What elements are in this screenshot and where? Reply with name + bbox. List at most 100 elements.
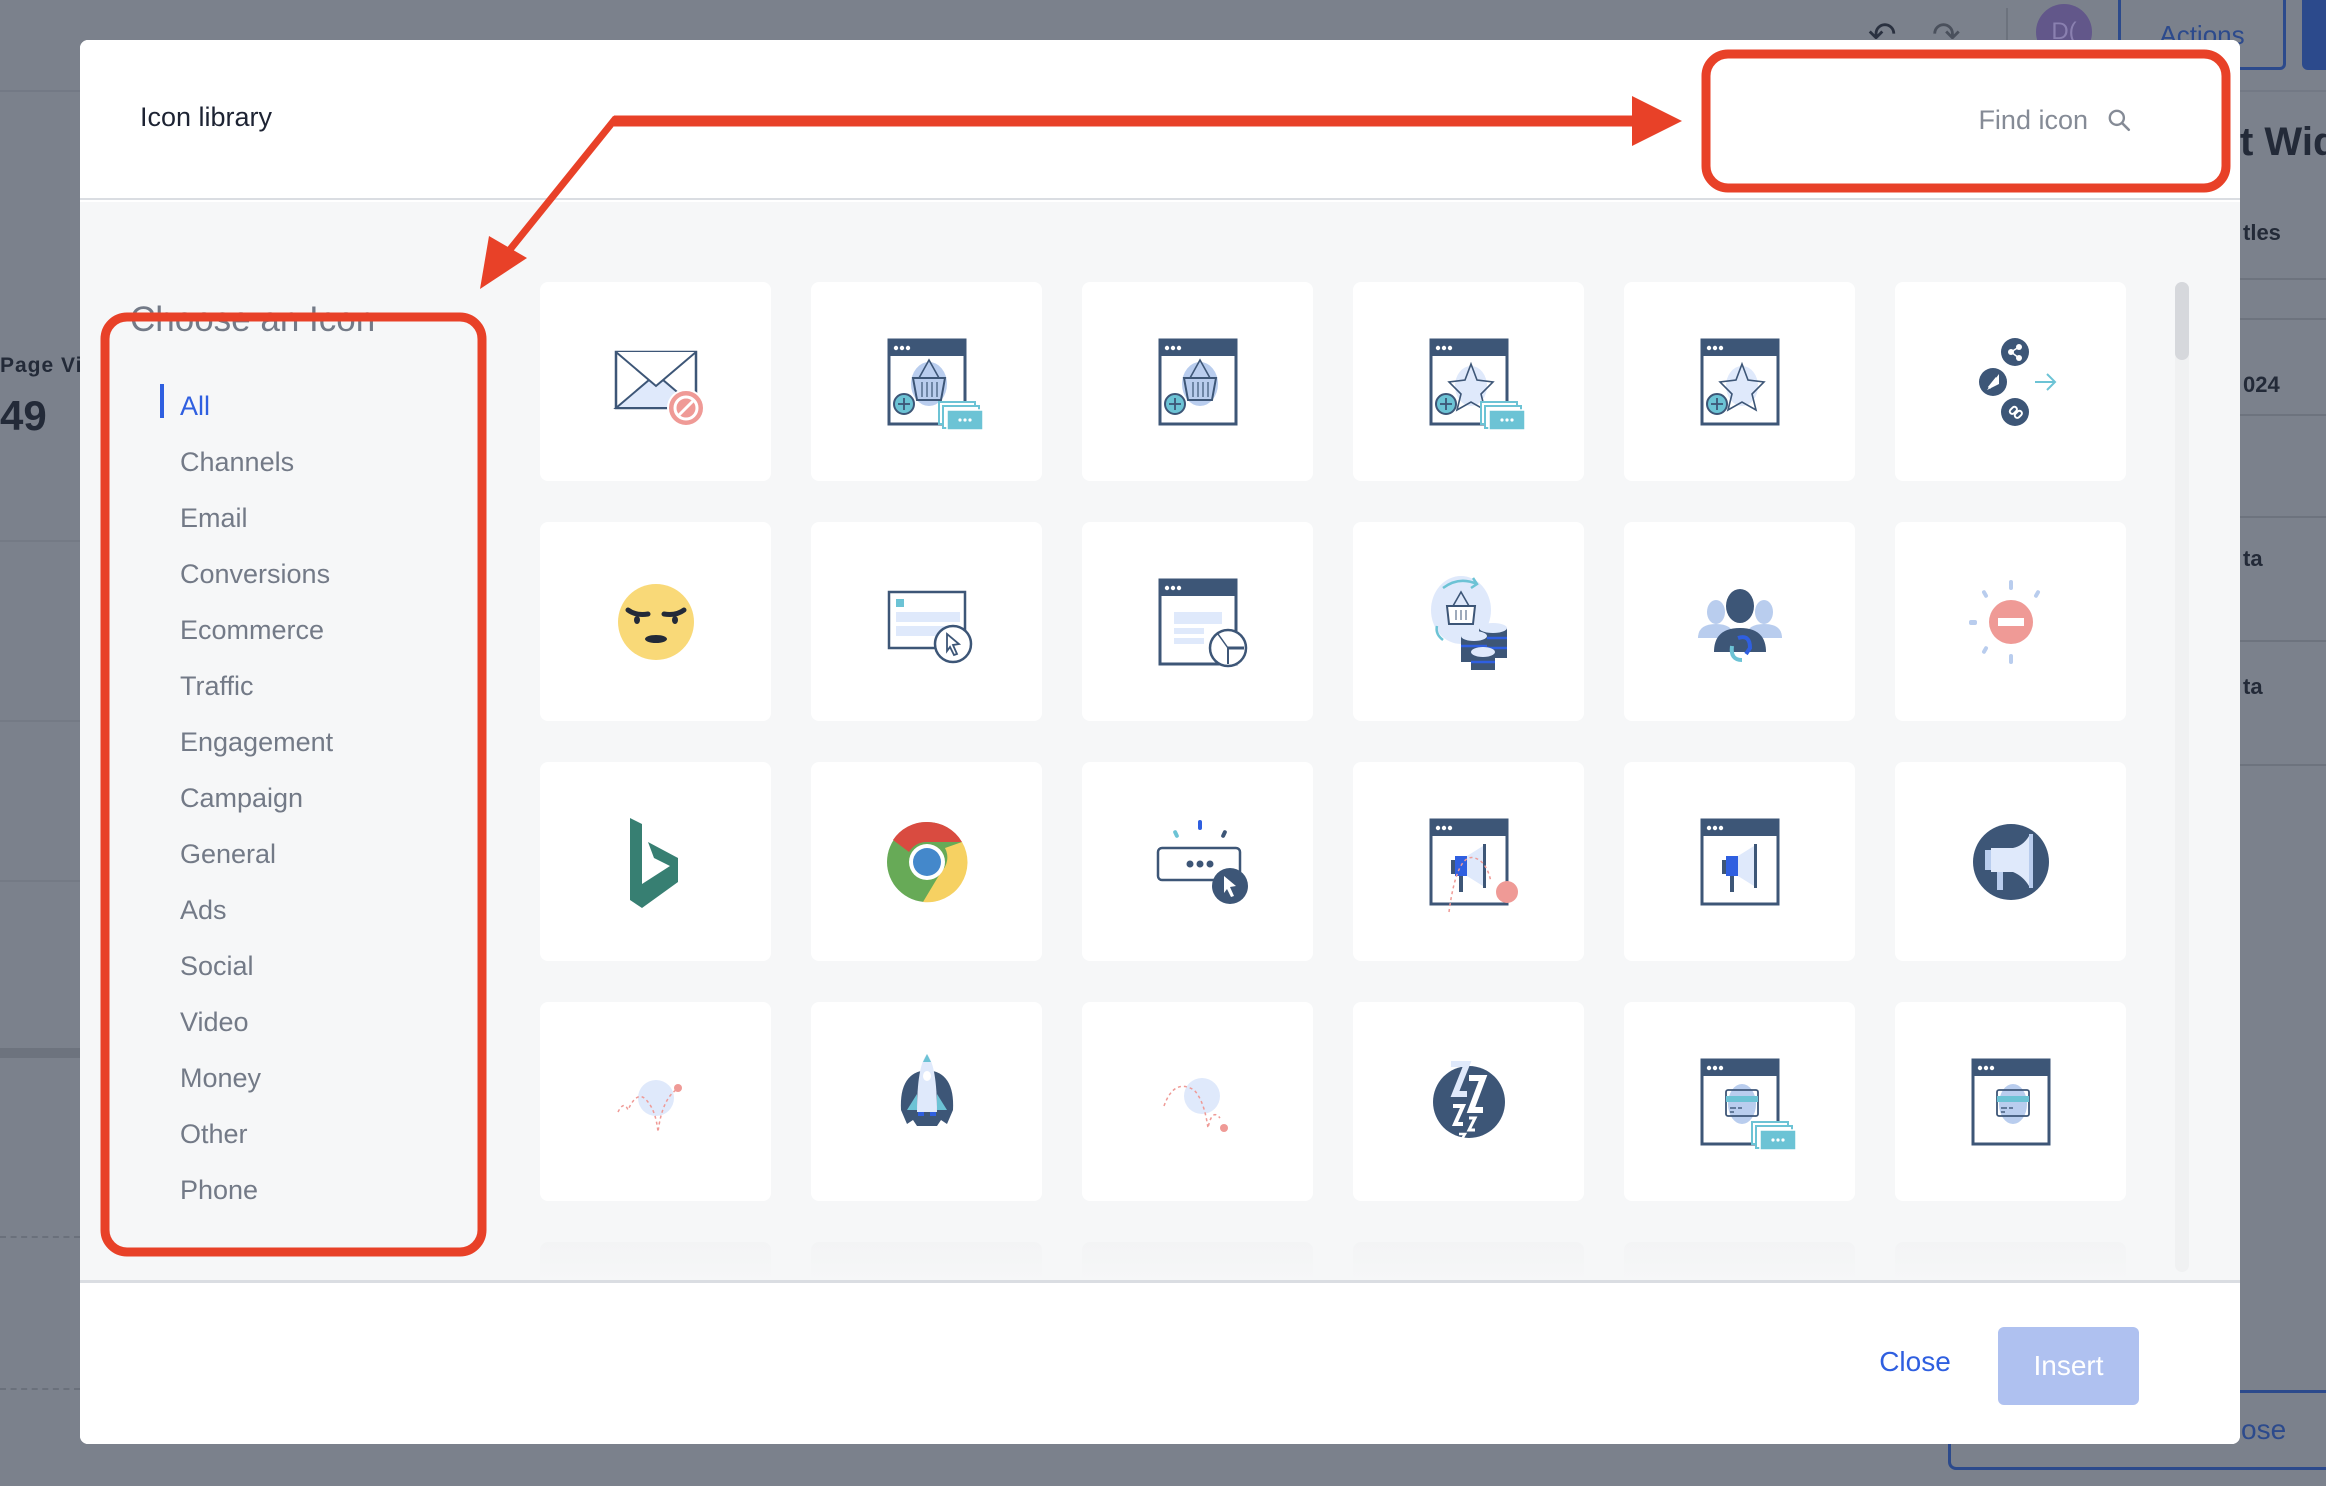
category-label: Campaign xyxy=(180,783,304,813)
user-group-refresh-icon xyxy=(1697,588,1782,662)
bounce-down-icon xyxy=(1162,1077,1228,1132)
basket-coins-cycle-icon xyxy=(1430,575,1507,670)
icon-card[interactable] xyxy=(1082,762,1313,961)
browser-star-add-icon xyxy=(1700,338,1779,425)
category-social[interactable]: Social xyxy=(180,938,333,994)
category-channels[interactable]: Channels xyxy=(180,434,333,490)
browser-card-icon xyxy=(1971,1058,2050,1145)
category-label: Channels xyxy=(180,447,295,477)
divider xyxy=(0,1048,80,1058)
category-money[interactable]: Money xyxy=(180,1050,333,1106)
category-label: Social xyxy=(180,951,254,981)
icon-card[interactable] xyxy=(1082,282,1313,481)
icon-card[interactable] xyxy=(1895,1002,2126,1201)
category-general[interactable]: General xyxy=(180,826,333,882)
icon-grid xyxy=(540,282,2180,1286)
category-label: Ecommerce xyxy=(180,615,325,645)
category-label: Email xyxy=(180,503,248,533)
angry-face-icon xyxy=(617,583,694,660)
category-label: Engagement xyxy=(180,727,334,757)
category-label: All xyxy=(180,391,211,421)
divider xyxy=(2240,516,2326,518)
icon-card[interactable] xyxy=(1624,522,1855,721)
divider xyxy=(2240,414,2326,416)
icon-card[interactable] xyxy=(811,522,1042,721)
category-email[interactable]: Email xyxy=(180,490,333,546)
close-button[interactable]: Close xyxy=(1870,1323,1960,1401)
divider xyxy=(0,540,80,542)
browser-star-add-tickets-icon xyxy=(1429,338,1526,431)
category-phone[interactable]: Phone xyxy=(180,1162,333,1218)
icon-card[interactable] xyxy=(1895,762,2126,961)
category-engagement[interactable]: Engagement xyxy=(180,714,333,770)
icon-card[interactable] xyxy=(1895,522,2126,721)
icon-card[interactable] xyxy=(1624,282,1855,481)
icon-card[interactable] xyxy=(1082,522,1313,721)
category-label: Conversions xyxy=(180,559,331,589)
icon-card[interactable] xyxy=(811,282,1042,481)
browser-basket-add-icon xyxy=(1158,338,1237,425)
icon-grid-scrollbar[interactable] xyxy=(2175,282,2189,1272)
divider xyxy=(2240,318,2326,320)
dashed-divider xyxy=(0,1388,80,1390)
category-label: Video xyxy=(180,1007,249,1037)
widget-panel-title: t Widg xyxy=(2240,120,2326,164)
category-label: Phone xyxy=(180,1175,259,1205)
icon-card[interactable] xyxy=(1895,282,2126,481)
widget-panel-row: 024 xyxy=(2243,372,2280,397)
icon-card[interactable] xyxy=(811,762,1042,961)
divider xyxy=(2240,278,2326,280)
category-ads[interactable]: Ads xyxy=(180,882,333,938)
icon-card[interactable] xyxy=(540,762,771,961)
category-ecommerce[interactable]: Ecommerce xyxy=(180,602,333,658)
category-label: Other xyxy=(180,1119,248,1149)
category-campaign[interactable]: Campaign xyxy=(180,770,333,826)
category-label: Money xyxy=(180,1063,262,1093)
icon-card[interactable] xyxy=(540,522,771,721)
category-all[interactable]: All xyxy=(160,378,333,434)
browser-basket-add-tickets-icon xyxy=(887,338,984,431)
insert-button[interactable]: Insert xyxy=(1998,1327,2139,1405)
widget-panel-row: ta xyxy=(2243,546,2263,571)
widget-panel-row: ta xyxy=(2243,674,2263,699)
primary-button xyxy=(2302,0,2326,70)
icon-card[interactable] xyxy=(811,1002,1042,1201)
page-views-label: Page Vi xyxy=(0,354,83,377)
active-indicator xyxy=(160,384,164,418)
search-field[interactable] xyxy=(1740,68,2200,172)
email-blocked-icon xyxy=(612,350,705,427)
icon-card[interactable] xyxy=(1624,762,1855,961)
category-video[interactable]: Video xyxy=(180,994,333,1050)
icon-card[interactable] xyxy=(540,282,771,481)
rocket-launch-icon xyxy=(900,1053,953,1126)
icon-library-modal: Icon library Choose an Icon All Channels E… xyxy=(80,40,2240,1444)
sleep-zzz-icon xyxy=(1432,1060,1505,1145)
divider xyxy=(0,720,80,722)
icon-card[interactable] xyxy=(1353,522,1584,721)
search-input[interactable] xyxy=(1868,104,2088,136)
browser-megaphone-icon xyxy=(1700,818,1779,905)
category-conversions[interactable]: Conversions xyxy=(180,546,333,602)
category-label: Traffic xyxy=(180,671,254,701)
widget-panel-row: tles xyxy=(2243,220,2281,245)
search-icon[interactable] xyxy=(2106,107,2132,133)
modal-title: Icon library xyxy=(140,102,273,132)
icon-card[interactable] xyxy=(540,1002,771,1201)
category-traffic[interactable]: Traffic xyxy=(180,658,333,714)
browser-form-clock-icon xyxy=(1158,578,1247,667)
modal-body: Choose an Icon All Channels Email Conversio… xyxy=(80,202,2240,1320)
page-views-value: 49 xyxy=(0,392,47,439)
form-click-icon xyxy=(887,590,972,663)
icon-card[interactable] xyxy=(1082,1002,1313,1201)
icon-card[interactable] xyxy=(1624,1002,1855,1201)
icon-card[interactable] xyxy=(1353,762,1584,961)
divider xyxy=(2240,640,2326,642)
category-list: All Channels Email Conversions Ecommerce Traf… xyxy=(160,378,333,1218)
alert-stop-icon xyxy=(1968,579,2040,664)
category-other[interactable]: Other xyxy=(180,1106,333,1162)
icon-card[interactable] xyxy=(1353,282,1584,481)
icon-card[interactable] xyxy=(1353,1002,1584,1201)
megaphone-circle-icon xyxy=(1972,823,2049,900)
browser-megaphone-bounce-icon xyxy=(1429,818,1518,912)
scrollbar-thumb[interactable] xyxy=(2175,282,2189,360)
